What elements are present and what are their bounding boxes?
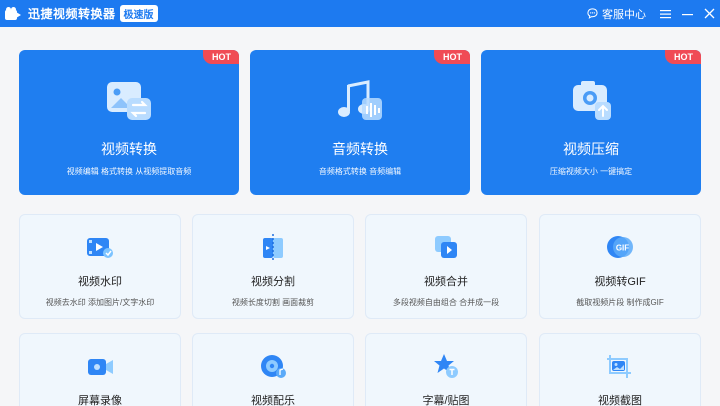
compress-camera-icon xyxy=(573,81,611,120)
video-split-card[interactable]: 视频分割 视频长度切割 画面裁剪 xyxy=(192,214,354,319)
video-watermark-icon xyxy=(87,238,113,258)
hot-badge: HOT xyxy=(434,50,470,64)
gif-icon-text: GIF xyxy=(616,244,629,253)
video-screenshot-card[interactable]: 视频截图 xyxy=(539,333,701,406)
card-title: 视频配乐 xyxy=(251,395,295,406)
card-title: 视频压缩 xyxy=(563,141,619,157)
card-title: 视频水印 xyxy=(78,276,122,288)
card-description: 音频格式转换 音频编辑 xyxy=(318,167,402,176)
card-description: 多段视频自由组合 合并成一段 xyxy=(392,298,500,307)
music-disc-icon xyxy=(261,355,286,378)
video-watermark-card[interactable]: 视频水印 视频去水印 添加图片/文字水印 xyxy=(19,214,181,319)
video-convert-icon xyxy=(107,82,151,120)
customer-service-button[interactable]: 客服中心 xyxy=(587,6,646,22)
card-title: 视频转换 xyxy=(101,141,157,157)
card-description: 压缩视频大小 一键搞定 xyxy=(549,167,633,176)
card-title: 视频截图 xyxy=(598,395,642,406)
screen-record-card[interactable]: 屏幕录像 xyxy=(19,333,181,406)
card-description: 视频编辑 格式转换 从视频提取音频 xyxy=(66,167,192,176)
video-split-icon xyxy=(263,234,283,260)
card-title: 字幕/贴图 xyxy=(422,395,470,406)
subtitle-sticker-card[interactable]: 字幕/贴图 xyxy=(365,333,527,406)
app-title: 迅捷视频转换器 xyxy=(28,7,116,21)
title-bar: 迅捷视频转换器 极速版 客服中心 xyxy=(0,0,720,27)
card-description: 视频长度切割 画面裁剪 xyxy=(231,298,315,307)
chat-bubble-icon xyxy=(587,8,598,19)
card-description: 视频去水印 添加图片/文字水印 xyxy=(45,298,155,307)
video-merge-icon xyxy=(435,236,457,258)
screen-record-icon xyxy=(88,359,113,375)
customer-service-label: 客服中心 xyxy=(602,8,646,21)
hot-badge: HOT xyxy=(203,50,239,64)
video-to-gif-card[interactable]: GIF 视频转GIF 截取视频片段 制作成GIF xyxy=(539,214,701,319)
minimize-button[interactable] xyxy=(676,0,698,27)
hot-badge: HOT xyxy=(665,50,701,64)
video-music-card[interactable]: 视频配乐 xyxy=(192,333,354,406)
menu-icon xyxy=(659,9,671,18)
music-note-icon xyxy=(338,80,382,120)
card-title: 视频转GIF xyxy=(594,276,646,288)
close-button[interactable] xyxy=(698,0,720,27)
card-description: 截取视频片段 制作成GIF xyxy=(576,298,664,307)
menu-button[interactable] xyxy=(654,0,676,27)
gif-icon: GIF xyxy=(607,236,633,258)
app-logo-icon xyxy=(5,6,21,21)
video-convert-card[interactable]: HOT 视频转换 视频编辑 格式转换 从视频提取音频 xyxy=(19,50,239,195)
card-title: 视频合并 xyxy=(424,276,468,288)
video-merge-card[interactable]: 视频合并 多段视频自由组合 合并成一段 xyxy=(365,214,527,319)
subtitle-icon xyxy=(434,354,458,378)
close-icon xyxy=(704,8,714,19)
screenshot-icon xyxy=(607,355,631,378)
card-title: 音频转换 xyxy=(332,141,388,157)
audio-convert-card[interactable]: HOT 音频转换 音频格式转换 音频编辑 xyxy=(250,50,470,195)
minimize-icon xyxy=(681,13,693,15)
card-title: 屏幕录像 xyxy=(78,395,122,406)
edition-badge: 极速版 xyxy=(119,5,158,22)
card-title: 视频分割 xyxy=(251,276,295,288)
video-compress-card[interactable]: HOT 视频压缩 压缩视频大小 一键搞定 xyxy=(481,50,701,195)
